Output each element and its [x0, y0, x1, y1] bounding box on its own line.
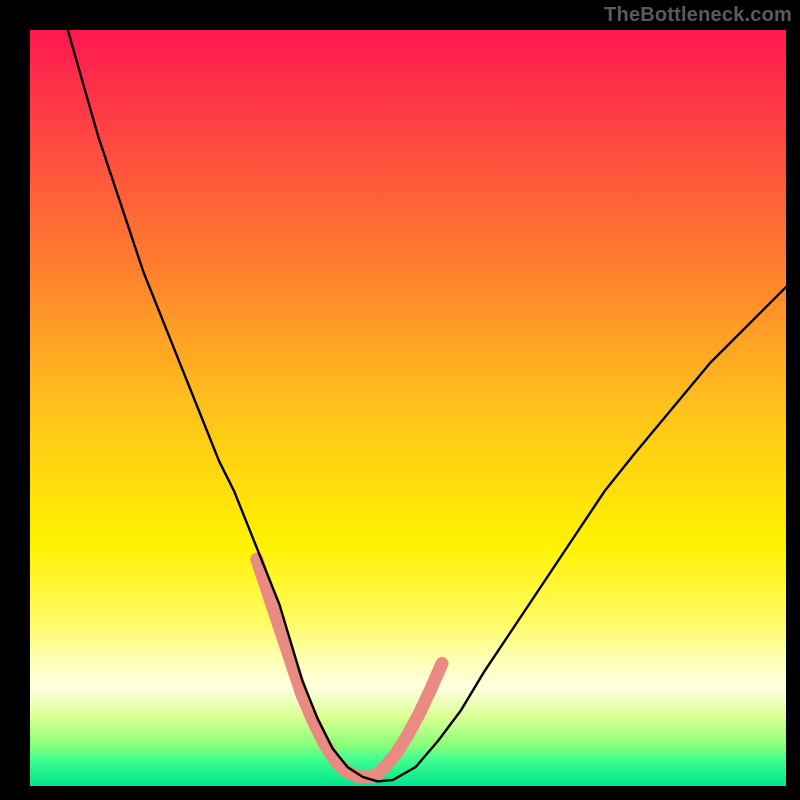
chart-stage: TheBottleneck.com — [0, 0, 800, 800]
bottleneck-chart — [0, 0, 800, 800]
watermark-text: TheBottleneck.com — [604, 4, 792, 27]
